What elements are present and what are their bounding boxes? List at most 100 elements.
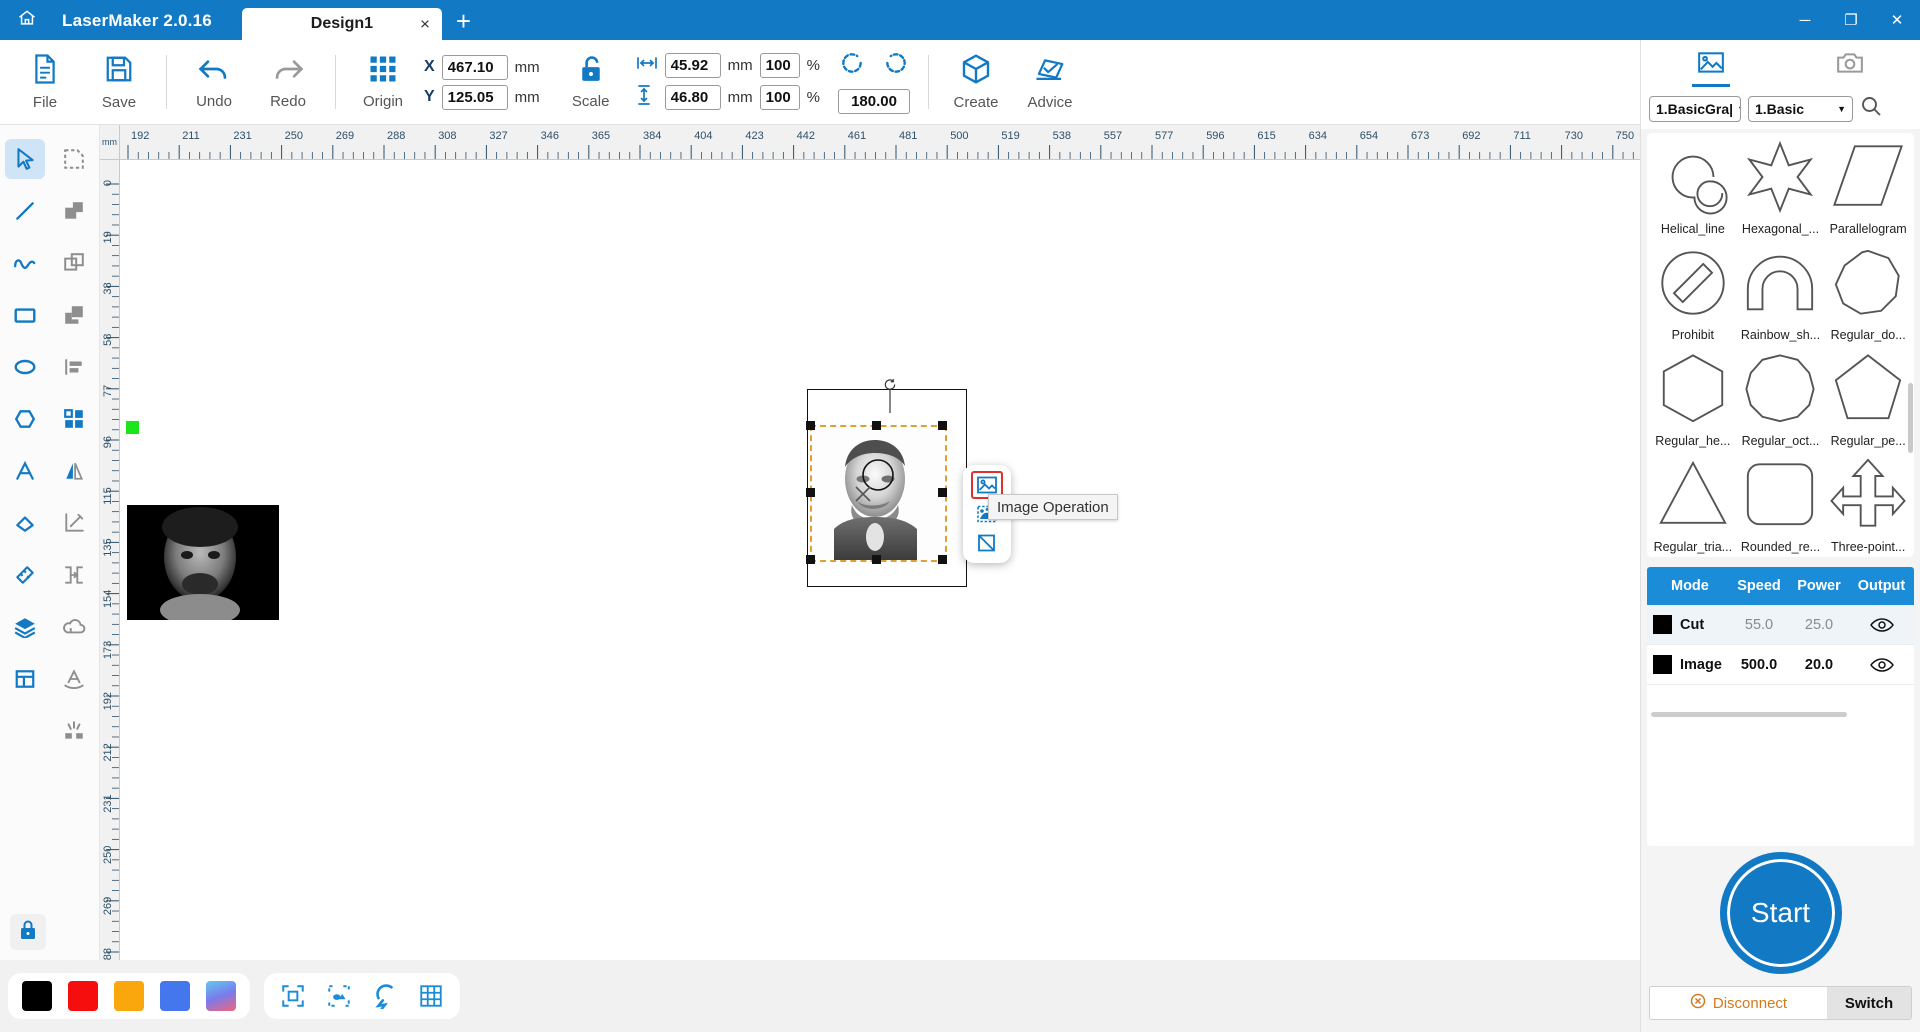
color-black[interactable] xyxy=(22,981,52,1011)
shape-item-9[interactable]: Regular_tria... xyxy=(1649,457,1737,557)
shape-item-4[interactable]: Rainbow_sh... xyxy=(1737,245,1825,351)
table-row[interactable]: Cut 55.0 25.0 xyxy=(1647,605,1914,645)
explode-tool[interactable] xyxy=(0,705,50,757)
category-primary-select[interactable]: 1.BasicGra| ▼ xyxy=(1649,95,1741,122)
library-scrollbar[interactable] xyxy=(1908,383,1913,453)
y-position-input[interactable] xyxy=(441,84,508,110)
home-button[interactable] xyxy=(0,0,54,40)
height-input[interactable] xyxy=(664,85,721,110)
shape-item-7[interactable]: Regular_oct... xyxy=(1737,351,1825,457)
create-button[interactable]: Create xyxy=(939,44,1013,120)
table-row[interactable]: Image 500.0 20.0 xyxy=(1647,645,1914,685)
layer-color-chip[interactable] xyxy=(1653,615,1672,634)
scale-lock-button[interactable]: Scale xyxy=(554,44,628,120)
magnet-snap-icon[interactable] xyxy=(370,981,400,1011)
width-input[interactable] xyxy=(664,53,721,78)
node-edit-tool[interactable] xyxy=(50,133,100,185)
shape-item-1[interactable]: Hexagonal_... xyxy=(1737,139,1825,245)
canvas-lock-button[interactable] xyxy=(10,914,46,950)
layer-power-value[interactable]: 20.0 xyxy=(1789,657,1849,673)
resize-handle-se[interactable] xyxy=(938,555,947,564)
raster-photo-selected[interactable] xyxy=(810,425,947,562)
add-tab-button[interactable]: + xyxy=(442,8,485,40)
select-objects-icon[interactable] xyxy=(324,981,354,1011)
resize-handle-w[interactable] xyxy=(806,488,815,497)
shape-item-5[interactable]: Regular_do... xyxy=(1824,245,1912,351)
shape-item-6[interactable]: Regular_he... xyxy=(1649,351,1737,457)
eraser-tool[interactable] xyxy=(0,497,50,549)
canvas-page[interactable] xyxy=(120,160,1630,950)
intersect-tool[interactable] xyxy=(50,237,100,289)
layout-tool[interactable] xyxy=(0,653,50,705)
shape-item-11[interactable]: Three-point... xyxy=(1824,457,1912,557)
layer-power-value[interactable]: 25.0 xyxy=(1789,617,1849,633)
shape-item-0[interactable]: Helical_line xyxy=(1649,139,1737,245)
raster-photo-unselected[interactable] xyxy=(127,505,279,626)
dimension-tool[interactable] xyxy=(50,497,100,549)
width-percent-input[interactable] xyxy=(759,53,800,78)
color-gradient[interactable] xyxy=(206,981,236,1011)
grid-toggle-icon[interactable] xyxy=(416,981,446,1011)
tab-design1[interactable]: Design1 × xyxy=(241,8,442,40)
x-position-input[interactable] xyxy=(441,54,508,80)
color-orange[interactable] xyxy=(114,981,144,1011)
layer-speed-value[interactable]: 500.0 xyxy=(1729,657,1789,673)
shape-library[interactable]: Helical_line Hexagonal_... Parallelogram Pr… xyxy=(1647,133,1914,557)
offset-tool[interactable] xyxy=(50,549,100,601)
window-close-button[interactable]: ✕ xyxy=(1874,0,1920,40)
select-tool[interactable] xyxy=(4,139,45,179)
resize-handle-e[interactable] xyxy=(938,488,947,497)
camera-tab[interactable] xyxy=(1781,40,1920,90)
subtract-tool[interactable] xyxy=(50,289,100,341)
redo-button[interactable]: Redo xyxy=(251,44,325,120)
mirror-tool[interactable] xyxy=(50,445,100,497)
polygon-tool[interactable] xyxy=(0,393,50,445)
layer-speed-value[interactable]: 55.0 xyxy=(1729,617,1789,633)
undo-button[interactable]: Undo xyxy=(177,44,251,120)
vertical-ruler[interactable]: 0 19 38 58 77 96 115 135 154 173 192 212 231 250 269 28… xyxy=(100,160,120,960)
search-icon[interactable] xyxy=(1860,95,1882,122)
layer-color-chip[interactable] xyxy=(1653,655,1672,674)
resize-handle-ne[interactable] xyxy=(938,421,947,430)
close-icon[interactable]: × xyxy=(420,16,430,33)
shape-item-3[interactable]: Prohibit xyxy=(1649,245,1737,351)
library-tab[interactable] xyxy=(1641,40,1781,90)
resize-handle-sw[interactable] xyxy=(806,555,815,564)
shape-item-8[interactable]: Regular_pe... xyxy=(1824,351,1912,457)
curve-tool[interactable] xyxy=(0,237,50,289)
resize-handle-n[interactable] xyxy=(872,421,881,430)
maximize-button[interactable]: ❐ xyxy=(1828,0,1874,40)
fit-to-frame-icon[interactable] xyxy=(278,981,308,1011)
line-tool[interactable] xyxy=(0,185,50,237)
shape-item-10[interactable]: Rounded_re... xyxy=(1737,457,1825,557)
rotation-input[interactable] xyxy=(838,89,911,114)
rectangle-tool[interactable] xyxy=(0,289,50,341)
switch-button[interactable]: Switch xyxy=(1827,987,1911,1019)
color-red[interactable] xyxy=(68,981,98,1011)
disconnect-button[interactable]: Disconnect xyxy=(1650,987,1827,1019)
crop-icon[interactable] xyxy=(971,529,1003,557)
text-tool[interactable] xyxy=(0,445,50,497)
rotate-cw-icon[interactable] xyxy=(883,50,909,81)
shape-item-2[interactable]: Parallelogram xyxy=(1824,139,1912,245)
align-tool[interactable] xyxy=(50,341,100,393)
height-percent-input[interactable] xyxy=(759,85,800,110)
ellipse-tool[interactable] xyxy=(0,341,50,393)
layer-horizontal-scrollbar[interactable] xyxy=(1647,712,1914,718)
resize-handle-s[interactable] xyxy=(872,555,881,564)
rotate-handle-icon[interactable] xyxy=(884,378,897,391)
rotate-ccw-icon[interactable] xyxy=(839,50,865,81)
save-button[interactable]: Save xyxy=(82,44,156,120)
design-canvas[interactable] xyxy=(120,160,1640,960)
advice-button[interactable]: Advice xyxy=(1013,44,1087,120)
file-button[interactable]: File xyxy=(8,44,82,120)
category-secondary-select[interactable]: 1.Basic ▼ xyxy=(1748,95,1853,122)
layer-output-toggle[interactable] xyxy=(1849,657,1914,673)
cut-apart-tool[interactable] xyxy=(50,705,100,757)
horizontal-ruler[interactable]: 192 211 231 250 269 288 308 327 346 365 384 404 423 4… xyxy=(120,125,1640,160)
cloud-tool[interactable] xyxy=(50,601,100,653)
array-tool[interactable] xyxy=(50,393,100,445)
minimize-button[interactable]: ─ xyxy=(1782,0,1828,40)
layer-output-toggle[interactable] xyxy=(1849,617,1914,633)
union-tool[interactable] xyxy=(50,185,100,237)
